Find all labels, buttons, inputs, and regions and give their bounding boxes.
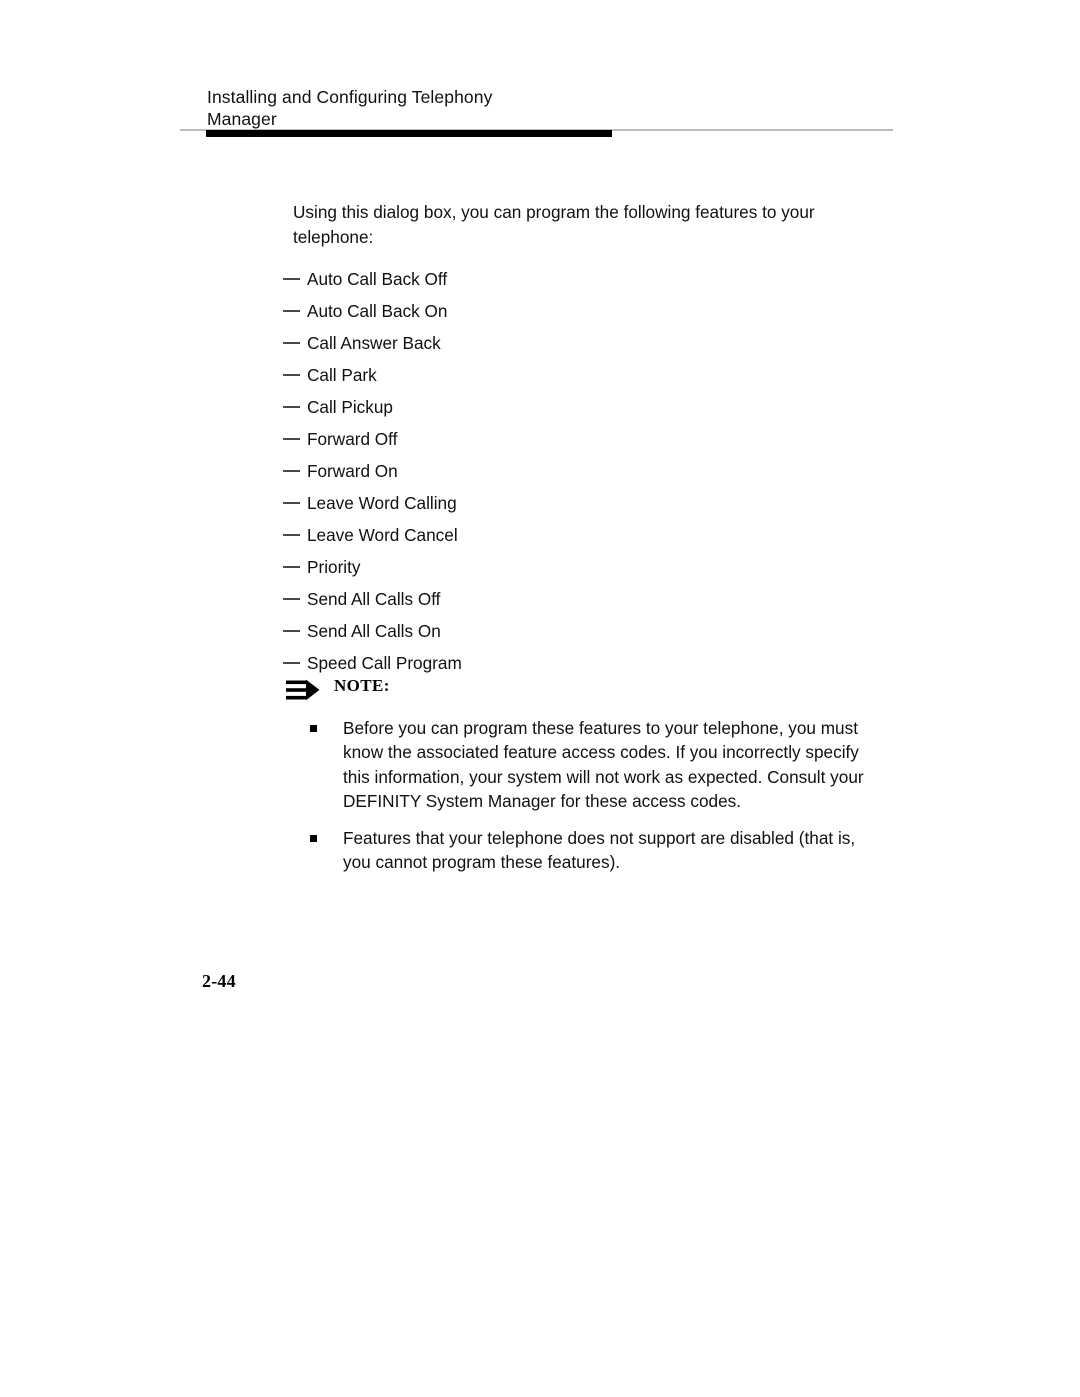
note-admonition: NOTE: Before you can program these featu… (286, 676, 886, 872)
em-dash-bullet-icon (283, 662, 300, 664)
em-dash-bullet-icon (283, 406, 300, 408)
em-dash-bullet-icon (283, 310, 300, 312)
em-dash-bullet-icon (283, 470, 300, 472)
list-item: Call Park (283, 359, 883, 391)
em-dash-bullet-icon (283, 438, 300, 440)
note-text: Features that your telephone does not su… (343, 827, 856, 873)
feature-label: Auto Call Back On (307, 301, 448, 321)
em-dash-bullet-icon (283, 630, 300, 632)
em-dash-bullet-icon (283, 342, 300, 344)
header-title-line-2: Manager (207, 109, 277, 129)
feature-label: Send All Calls Off (307, 589, 441, 609)
em-dash-bullet-icon (283, 374, 300, 376)
list-item: Send All Calls On (283, 615, 883, 647)
em-dash-bullet-icon (283, 566, 300, 568)
em-dash-bullet-icon (283, 598, 300, 600)
note-list: Before you can program these features to… (310, 716, 886, 874)
feature-list: Auto Call Back Off Auto Call Back On Cal… (283, 263, 883, 679)
running-header: Installing and Configuring Telephony Man… (207, 86, 767, 130)
feature-label: Call Pickup (307, 397, 393, 417)
page-number: 2-44 (202, 971, 236, 991)
list-item: Call Answer Back (283, 327, 883, 359)
list-item: Auto Call Back Off (283, 263, 883, 295)
feature-label: Forward Off (307, 429, 398, 449)
feature-label: Priority (307, 557, 361, 577)
list-item: Priority (283, 551, 883, 583)
feature-label: Call Answer Back (307, 333, 441, 353)
em-dash-bullet-icon (283, 278, 300, 280)
feature-label: Auto Call Back Off (307, 269, 448, 289)
list-item: Forward On (283, 455, 883, 487)
list-item: Before you can program these features to… (310, 716, 886, 814)
note-header: NOTE: (286, 676, 886, 704)
pencil-pointer-icon (286, 679, 324, 703)
feature-label: Call Park (307, 365, 377, 385)
feature-label: Send All Calls On (307, 621, 441, 641)
list-item: Leave Word Calling (283, 487, 883, 519)
list-item: Auto Call Back On (283, 295, 883, 327)
list-item: Leave Word Cancel (283, 519, 883, 551)
em-dash-bullet-icon (283, 502, 300, 504)
body-column: Using this dialog box, you can program t… (283, 200, 883, 679)
feature-label: Forward On (307, 461, 398, 481)
list-item: Forward Off (283, 423, 883, 455)
header-title-line-1: Installing and Configuring Telephony (207, 87, 493, 107)
em-dash-bullet-icon (283, 534, 300, 536)
feature-label: Leave Word Calling (307, 493, 457, 513)
intro-paragraph: Using this dialog box, you can program t… (293, 202, 815, 247)
feature-label: Leave Word Cancel (307, 525, 458, 545)
square-bullet-icon (310, 725, 317, 732)
header-rule-thick (206, 130, 612, 137)
document-page: Installing and Configuring Telephony Man… (0, 0, 1080, 1397)
list-item: Speed Call Program (283, 647, 883, 679)
note-label: NOTE: (334, 676, 390, 695)
note-text: Before you can program these features to… (343, 718, 864, 812)
list-item: Call Pickup (283, 391, 883, 423)
square-bullet-icon (310, 834, 317, 842)
list-item: Send All Calls Off (283, 583, 883, 615)
feature-label: Speed Call Program (307, 653, 462, 673)
list-item: Features that your telephone does not su… (310, 826, 886, 875)
